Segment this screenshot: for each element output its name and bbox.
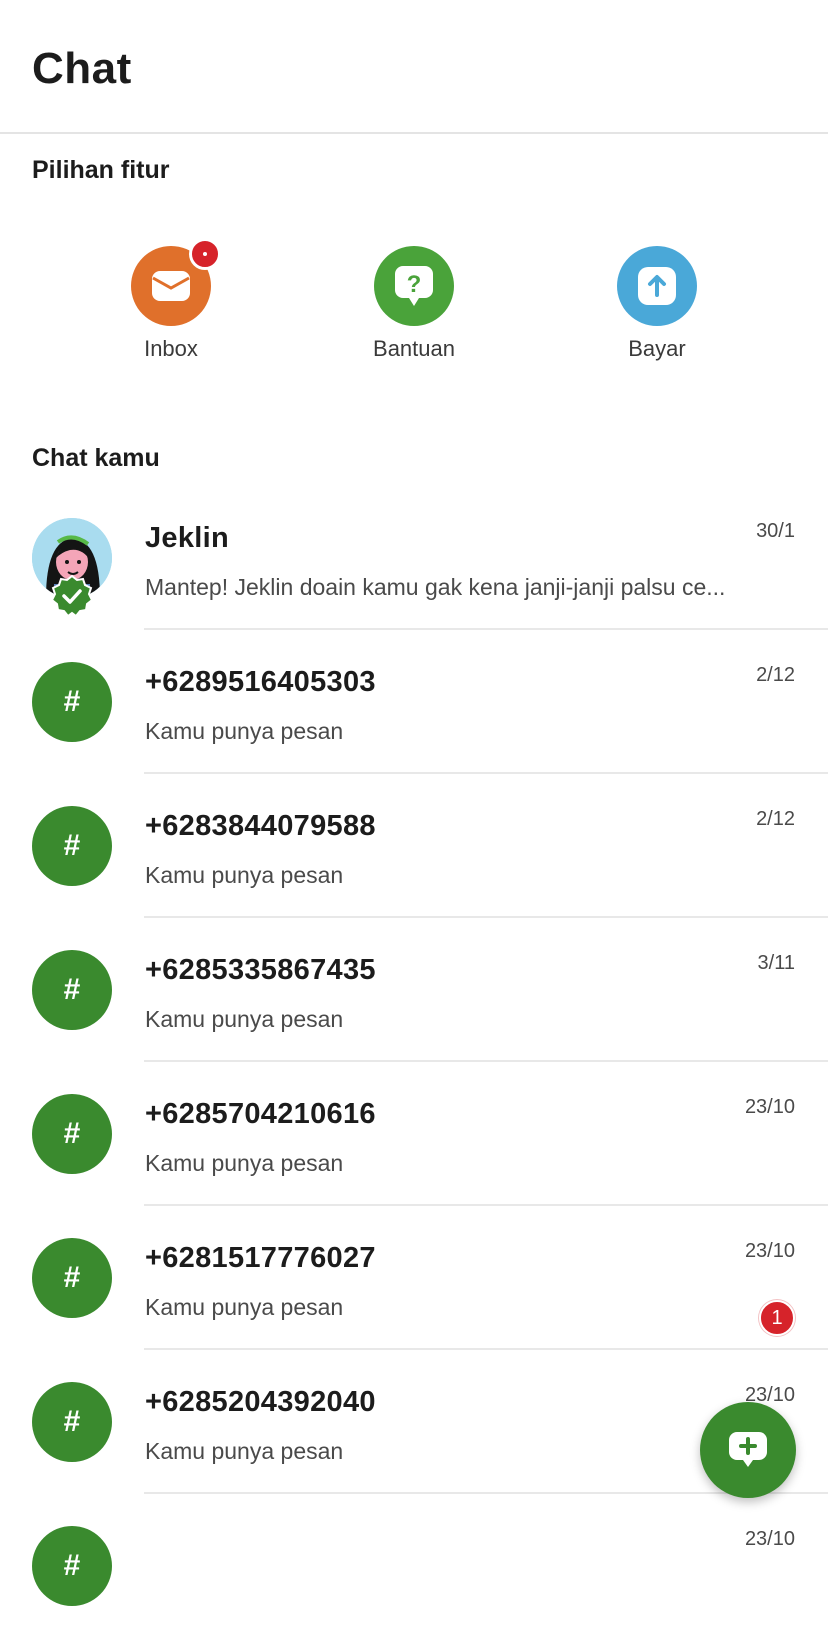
hash-avatar-icon: # [32,806,112,886]
chat-item[interactable]: # +6285704210616 Kamu punya pesan 23/10 [0,1062,828,1206]
chat-preview: Kamu punya pesan [145,1006,344,1032]
chat-preview: Mantep! Jeklin doain kamu gak kena janji… [145,574,726,600]
chat-item[interactable]: # +6289516405303 Kamu punya pesan 2/12 [0,630,828,774]
chat-name: +6281517776027 [145,1242,376,1274]
chat-date: 2/12 [756,808,795,830]
feature-bantuan[interactable]: ? Bantuan [334,246,494,362]
chat-item[interactable]: Jeklin Mantep! Jeklin doain kamu gak ken… [0,486,828,630]
app-header: Chat [0,0,828,134]
chat-name: +6285335867435 [145,954,376,986]
chat-date: 23/10 [744,1528,795,1550]
chat-item[interactable]: # +6285335867435 Kamu punya pesan 3/11 [0,918,828,1062]
chats-section-title: Chat kamu [32,444,160,472]
pay-arrow-up-icon [617,246,697,326]
new-chat-button[interactable] [700,1402,796,1498]
chat-name: Jeklin [145,522,230,554]
hash-avatar-icon: # [32,1526,112,1606]
chat-preview: Kamu punya pesan [145,1438,344,1464]
feature-label: Bantuan [373,336,455,361]
chat-name: +6283844079588 [145,810,376,842]
chat-date: 3/11 [757,952,795,974]
feature-label: Bayar [628,336,686,361]
chat-item[interactable]: # 23/10 [0,1494,828,1638]
chat-preview: Kamu punya pesan [145,718,344,744]
chat-date: 30/1 [756,520,795,542]
chat-date: 2/12 [756,664,795,686]
mail-icon [131,238,221,326]
hash-avatar-icon: # [32,1382,112,1462]
chat-name: +6285704210616 [145,1098,376,1130]
chat-item[interactable]: # +6281517776027 Kamu punya pesan 23/10 … [0,1206,828,1350]
chat-date: 23/10 [744,1240,795,1262]
feature-shortcuts: Inbox ? Bantuan Bayar [0,238,828,376]
chat-item[interactable]: # +6283844079588 Kamu punya pesan 2/12 [0,774,828,918]
chat-preview: Kamu punya pesan [145,1294,344,1320]
chat-preview: Kamu punya pesan [145,862,344,888]
chat-date: 23/10 [744,1096,795,1118]
jeklin-avatar [32,518,112,618]
feature-inbox[interactable]: Inbox [91,238,251,362]
feature-label: Inbox [144,336,198,361]
svg-text:?: ? [407,271,422,298]
chat-name: +6289516405303 [145,666,376,698]
new-chat-icon [729,1432,767,1467]
chat-item[interactable]: # +6285204392040 Kamu punya pesan 23/10 [0,1350,828,1494]
help-bubble-icon: ? [374,246,454,326]
hash-avatar-icon: # [32,1238,112,1318]
feature-bayar[interactable]: Bayar [577,246,737,362]
hash-avatar-icon: # [32,662,112,742]
chat-preview: Kamu punya pesan [145,1150,344,1176]
hash-avatar-icon: # [32,950,112,1030]
notification-dot [189,238,221,270]
chat-name: +6285204392040 [145,1386,376,1418]
unread-count-badge: 1 [759,1300,795,1336]
verified-badge-icon [50,574,94,618]
features-section-title: Pilihan fitur [32,156,170,184]
page-title: Chat [32,44,132,93]
hash-avatar-icon: # [32,1094,112,1174]
